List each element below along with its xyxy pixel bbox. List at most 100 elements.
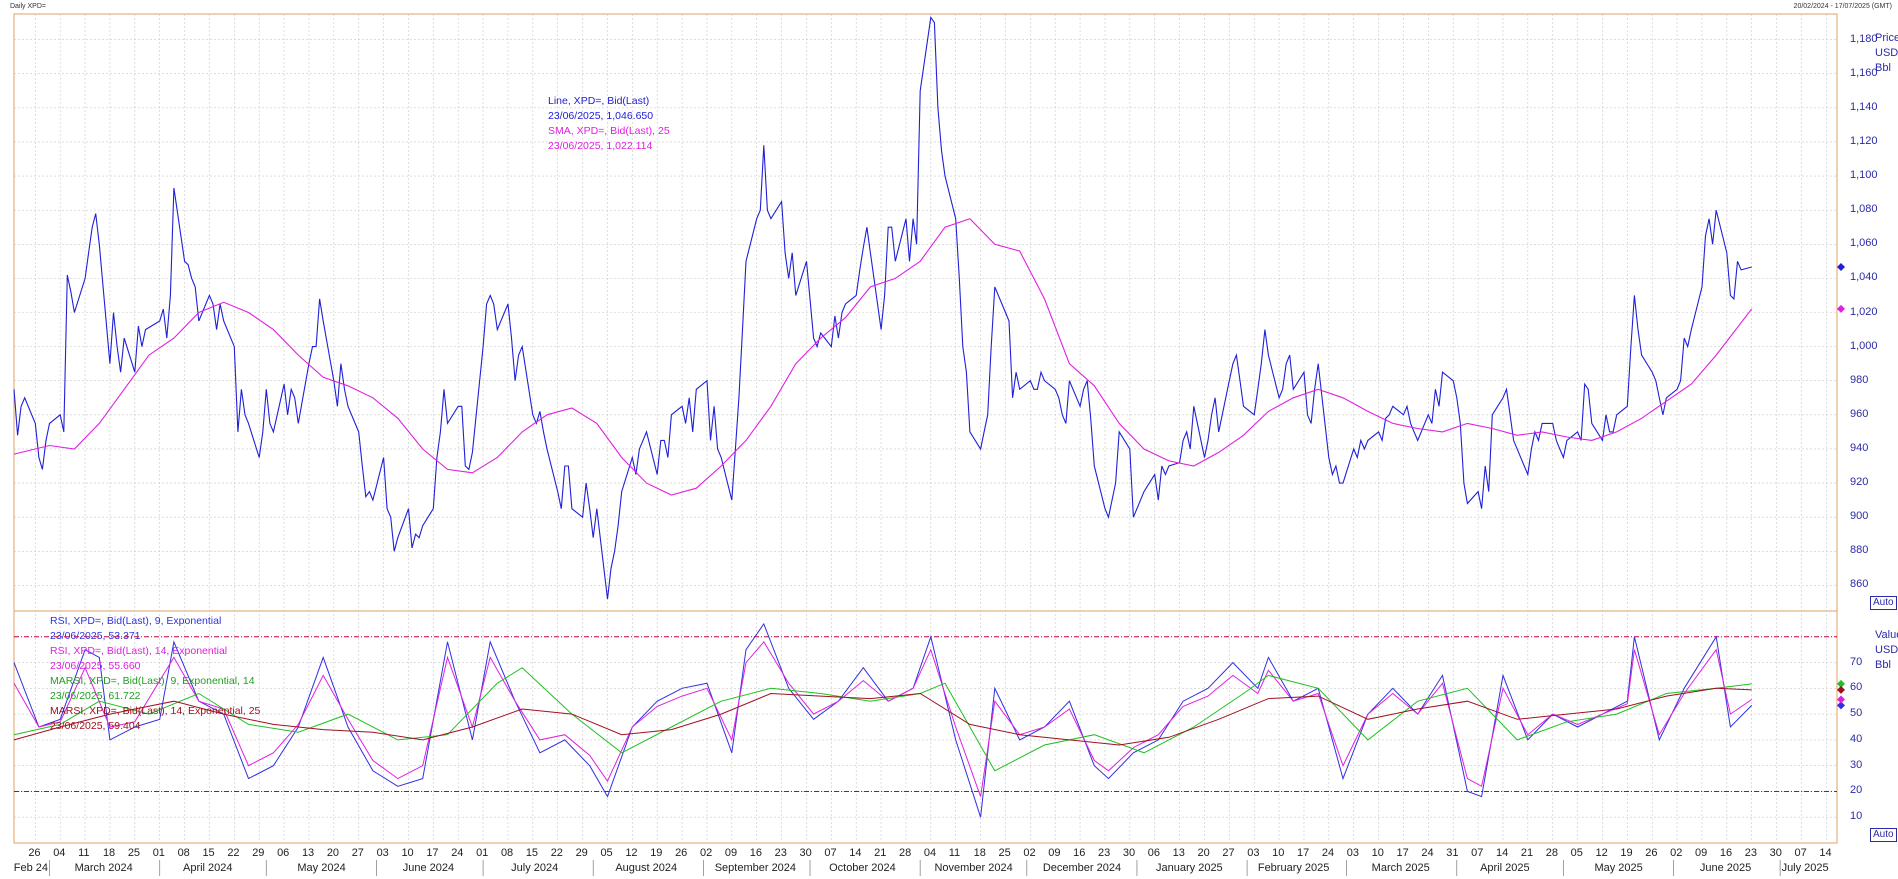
price-legend: Line, XPD=, Bid(Last) 23/06/2025, 1,046.… <box>548 94 670 154</box>
x-day-tick-label: 26 <box>28 847 41 859</box>
price-y-tick-label: 1,120 <box>1850 134 1878 147</box>
x-day-tick-label: 19 <box>1620 847 1633 859</box>
rsi-unit-line: USD <box>1875 644 1898 656</box>
rsi-unit-line: Value <box>1875 629 1898 641</box>
price-y-tick-label: 960 <box>1850 407 1869 420</box>
price-y-tick-label: 1,100 <box>1850 169 1878 182</box>
x-day-tick-label: 01 <box>152 847 165 859</box>
price-y-tick-label: 920 <box>1850 476 1869 489</box>
x-day-tick-label: 15 <box>202 847 215 859</box>
rsi-legend-rsi14-value: 23/06/2025, 55.660 <box>50 660 141 672</box>
x-day-tick-label: 03 <box>1346 847 1359 859</box>
x-day-tick-label: 24 <box>1421 847 1434 859</box>
price-y-tick-label: 1,040 <box>1850 271 1878 284</box>
x-day-tick-label: 27 <box>1222 847 1235 859</box>
x-day-tick-label: 12 <box>625 847 638 859</box>
rsi-y-tick-label: 40 <box>1850 732 1863 745</box>
x-day-tick-label: 18 <box>973 847 986 859</box>
x-month-label: May 2025 <box>1594 862 1643 874</box>
x-day-tick-label: 28 <box>898 847 912 859</box>
rsi-y-tick-label: 50 <box>1850 707 1863 720</box>
price-unit-line: USD <box>1875 47 1898 59</box>
price-y-tick-label: 900 <box>1850 510 1869 523</box>
rsi-units: Value USD Bbl <box>1875 628 1898 673</box>
chart-canvas <box>0 0 1898 879</box>
price-y-tick-label: 1,060 <box>1850 237 1878 250</box>
x-day-tick-label: 04 <box>53 847 66 859</box>
chart-title: Daily XPD= <box>10 3 46 10</box>
x-day-tick-label: 05 <box>600 847 613 859</box>
x-day-tick-label: 29 <box>575 847 588 859</box>
x-month-label: June 2025 <box>1699 862 1752 874</box>
x-day-tick-label: 18 <box>102 847 116 859</box>
x-day-tick-label: 16 <box>1719 847 1733 859</box>
x-day-tick-label: 09 <box>1048 847 1061 859</box>
price-units: Price USD Bbl <box>1875 31 1898 76</box>
x-day-tick-label: 19 <box>650 847 663 859</box>
price-legend-line: Line, XPD=, Bid(Last) <box>548 95 650 107</box>
price-y-tick-label: 1,020 <box>1850 305 1878 318</box>
x-day-tick-label: 30 <box>799 847 812 859</box>
x-day-tick-label: 10 <box>1371 847 1384 859</box>
x-month-label: June 2024 <box>402 862 455 874</box>
price-auto-scale-button[interactable]: Auto <box>1870 596 1897 610</box>
x-month-label: February 2025 <box>1257 862 1330 874</box>
x-month-label: April 2024 <box>183 862 233 874</box>
x-day-tick-label: 03 <box>1247 847 1260 859</box>
x-day-tick-label: 10 <box>401 847 414 859</box>
x-month-label: May 2024 <box>297 862 346 874</box>
x-month-label: November 2024 <box>934 862 1013 874</box>
price-unit-line: Price <box>1875 32 1898 44</box>
rsi-legend-marsi9: MARSI, XPD=, Bid(Last), 9, Exponential, … <box>50 675 255 687</box>
price-y-tick-label: 980 <box>1850 373 1869 386</box>
x-day-tick-label: 23 <box>1744 847 1757 859</box>
x-month-label: July 2025 <box>1781 862 1829 874</box>
x-day-tick-label: 04 <box>923 847 937 859</box>
x-day-tick-label: 31 <box>1446 847 1459 859</box>
rsi-auto-scale-button[interactable]: Auto <box>1870 828 1897 842</box>
x-day-tick-label: 08 <box>500 847 514 859</box>
x-day-tick-label: 23 <box>1097 847 1111 859</box>
x-day-tick-label: 21 <box>1520 847 1534 859</box>
x-day-tick-label: 14 <box>849 847 862 859</box>
x-month-label: March 2024 <box>74 862 133 874</box>
chart-date-range: 20/02/2024 - 17/07/2025 (GMT) <box>1793 3 1892 10</box>
x-day-tick-label: 16 <box>1073 847 1086 859</box>
rsi-legend-marsi14: MARSI, XPD=, Bid(Last), 14, Exponential,… <box>50 705 261 717</box>
x-day-tick-label: 01 <box>476 847 489 859</box>
price-y-tick-label: 1,160 <box>1850 66 1878 79</box>
x-day-tick-label: 02 <box>1670 847 1683 859</box>
chart-background <box>0 0 1898 879</box>
x-day-tick-label: 24 <box>1321 847 1335 859</box>
x-month-label: September 2024 <box>714 862 797 874</box>
x-day-tick-label: 10 <box>1272 847 1285 859</box>
rsi-y-tick-label: 60 <box>1850 681 1863 694</box>
x-day-tick-label: 07 <box>1471 847 1484 859</box>
price-y-tick-label: 940 <box>1850 441 1869 454</box>
rsi-legend-rsi9-value: 23/06/2025, 53.371 <box>50 630 141 642</box>
price-y-tick-label: 1,180 <box>1850 32 1878 45</box>
x-day-tick-label: 11 <box>78 847 90 859</box>
x-day-tick-label: 05 <box>1570 847 1583 859</box>
rsi-y-tick-label: 70 <box>1850 655 1863 668</box>
x-day-tick-label: 25 <box>127 847 141 859</box>
x-month-label: March 2025 <box>1371 862 1430 874</box>
x-day-tick-label: 29 <box>252 847 265 859</box>
x-day-tick-label: 08 <box>177 847 190 859</box>
x-day-tick-label: 02 <box>699 847 713 859</box>
price-legend-sma: SMA, XPD=, Bid(Last), 25 <box>548 125 670 137</box>
x-day-tick-label: 22 <box>550 847 563 859</box>
x-day-tick-label: 27 <box>351 847 364 859</box>
x-month-label: April 2025 <box>1480 862 1530 874</box>
x-day-tick-label: 15 <box>525 847 539 859</box>
rsi-legend-rsi14: RSI, XPD=, Bid(Last), 14, Exponential <box>50 645 228 657</box>
x-day-tick-label: 26 <box>675 847 688 859</box>
x-day-tick-label: 30 <box>1122 847 1136 859</box>
x-day-tick-label: 16 <box>749 847 762 859</box>
x-day-tick-label: 11 <box>948 847 961 859</box>
x-day-tick-label: 12 <box>1595 847 1608 859</box>
x-day-tick-label: 17 <box>426 847 439 859</box>
rsi-y-tick-label: 20 <box>1850 784 1863 797</box>
x-day-tick-label: 20 <box>1197 847 1210 859</box>
rsi-legend: RSI, XPD=, Bid(Last), 9, Exponential 23/… <box>50 614 260 734</box>
